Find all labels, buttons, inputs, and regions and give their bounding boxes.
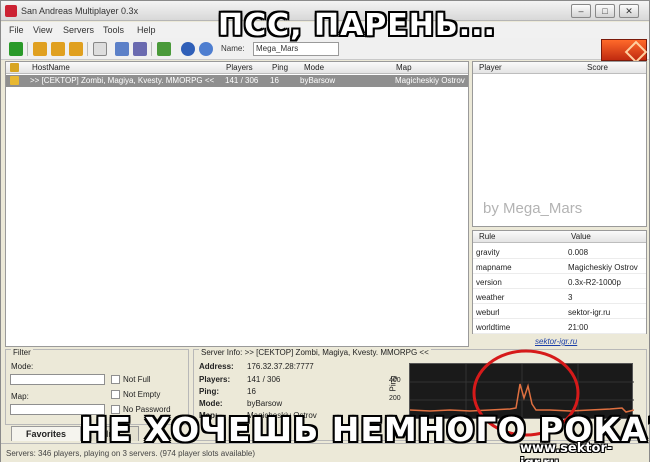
minimize-button[interactable]: –: [571, 4, 591, 18]
list-item: weburl sektor-igr.ru: [473, 305, 646, 319]
server-info-title: Server Info: >> [CEKTOP] Zombi, Magiya, …: [199, 348, 431, 357]
mode-label: Mode:: [199, 399, 223, 408]
ping-value: 16: [247, 387, 256, 396]
rule-value: 3: [568, 293, 573, 302]
rule-name: mapname: [476, 263, 512, 272]
website-link[interactable]: sektor-igr.ru: [535, 337, 577, 346]
rules-list-header: Rule Value: [473, 231, 646, 243]
close-button[interactable]: ✕: [619, 4, 639, 18]
table-row[interactable]: >> [CEKTOP] Zombi, Magiya, Kvesty. MMORP…: [6, 75, 468, 87]
toolbar-separator: [151, 42, 152, 56]
col-rule[interactable]: Rule: [479, 232, 495, 241]
col-value[interactable]: Value: [571, 232, 591, 241]
list-item: worldtime 21:00: [473, 320, 646, 334]
player-name-input[interactable]: Mega_Mars: [253, 42, 339, 56]
rule-name: weburl: [476, 308, 500, 317]
rule-value: 21:00: [568, 323, 589, 332]
map-filter-label: Map:: [11, 392, 29, 401]
mode-filter-label: Mode:: [11, 362, 34, 371]
col-score[interactable]: Score: [587, 63, 608, 72]
rule-name: weather: [476, 293, 505, 302]
server-list[interactable]: HostName Players Ping Mode Map >> [CEKTO…: [5, 61, 469, 347]
toolbar-separator: [27, 42, 28, 56]
list-item: gravity 0.008: [473, 245, 646, 259]
maximize-button[interactable]: □: [595, 4, 615, 18]
edit-icon[interactable]: [133, 42, 147, 56]
not-empty-label: Not Empty: [123, 390, 161, 399]
not-full-checkbox[interactable]: [111, 375, 120, 384]
toolbar-separator: [87, 42, 88, 56]
list-item: version 0.3x-R2-1000p: [473, 275, 646, 289]
meme-caption-top: ПСС, ПАРЕНЬ...: [218, 8, 496, 43]
row-map: Magicheskiy Ostrov: [395, 76, 465, 85]
col-map[interactable]: Map: [396, 63, 412, 72]
window-title: San Andreas Multiplayer 0.3x: [21, 6, 139, 16]
players-value: 141 / 306: [247, 375, 281, 384]
row-ping: 16: [270, 76, 279, 85]
rule-value: Magicheskiy Ostrov: [568, 263, 638, 272]
status-text: Servers: 346 players, playing on 3 serve…: [6, 449, 256, 458]
row-hostname: >> [CEKTOP] Zombi, Magiya, Kvesty. MMORP…: [30, 76, 215, 85]
menu-servers[interactable]: Servers: [63, 25, 94, 35]
col-mode[interactable]: Mode: [304, 63, 324, 72]
rule-value: 0.3x-R2-1000p: [568, 278, 621, 287]
about-icon[interactable]: [199, 42, 213, 56]
mode-value: byBarsow: [247, 399, 283, 408]
col-player[interactable]: Player: [479, 63, 502, 72]
player-list[interactable]: Player Score by Mega_Mars: [472, 61, 647, 227]
server-properties-icon[interactable]: [115, 42, 129, 56]
list-item: mapname Magicheskiy Ostrov: [473, 260, 646, 274]
rules-list[interactable]: Rule Value gravity 0.008 mapname Magiche…: [472, 230, 647, 334]
not-full-label: Not Full: [123, 375, 151, 384]
ping-tick-200: 200: [389, 395, 401, 402]
player-name-label: Name:: [221, 44, 245, 53]
rule-value: sektor-igr.ru: [568, 308, 611, 317]
col-hostname[interactable]: HostName: [32, 63, 70, 72]
tab-favorites[interactable]: Favorites: [11, 426, 81, 441]
menu-file[interactable]: File: [9, 25, 24, 35]
help-icon[interactable]: [181, 42, 195, 56]
col-ping[interactable]: Ping: [272, 63, 288, 72]
mode-filter-input[interactable]: [10, 374, 105, 385]
rule-name: version: [476, 278, 502, 287]
author-watermark: by Mega_Mars: [483, 200, 583, 217]
row-players: 141 / 306: [225, 76, 259, 85]
row-mode: byBarsow: [300, 76, 336, 85]
app-icon: [5, 5, 17, 17]
connect-icon[interactable]: [9, 42, 23, 56]
rule-name: worldtime: [476, 323, 511, 332]
rule-value: 0.008: [568, 248, 589, 257]
server-list-header: HostName Players Ping Mode Map: [6, 62, 468, 74]
player-list-header: Player Score: [473, 62, 646, 74]
address-value: 176.32.37.28:7777: [247, 362, 314, 371]
lock-icon: [10, 63, 19, 72]
samp-window: San Andreas Multiplayer 0.3x – □ ✕ File …: [0, 0, 650, 462]
refresh-server-icon[interactable]: [69, 42, 83, 56]
menu-tools[interactable]: Tools: [103, 25, 124, 35]
site-watermark: www.sektor-igr.ru: [520, 441, 613, 462]
lock-icon: [10, 76, 19, 85]
copy-info-icon[interactable]: [93, 42, 107, 56]
samp-logo-icon: [601, 39, 647, 61]
list-item: weather 3: [473, 290, 646, 304]
ping-tick-400: 400: [389, 377, 401, 384]
players-label: Players:: [199, 375, 231, 384]
add-server-icon[interactable]: [33, 42, 47, 56]
filter-title: Filter: [11, 348, 33, 357]
settings-icon[interactable]: [157, 42, 171, 56]
menu-view[interactable]: View: [33, 25, 52, 35]
address-label: Address:: [199, 362, 234, 371]
not-empty-checkbox[interactable]: [111, 390, 120, 399]
menu-help[interactable]: Help: [137, 25, 156, 35]
col-players[interactable]: Players: [226, 63, 253, 72]
delete-server-icon[interactable]: [51, 42, 65, 56]
rule-name: gravity: [476, 248, 500, 257]
ping-label: Ping:: [199, 387, 219, 396]
